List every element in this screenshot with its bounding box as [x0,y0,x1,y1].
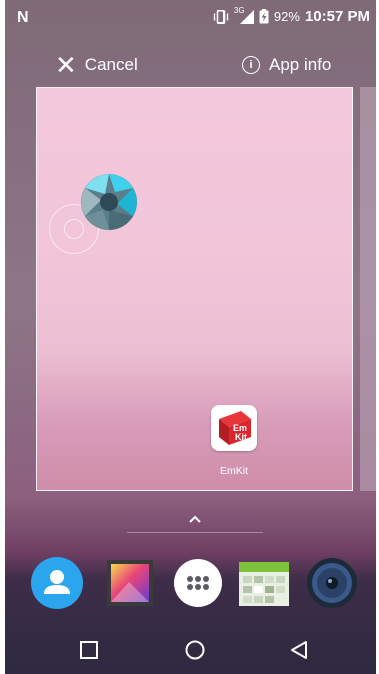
launcher-screen: N 3G 92% 10:57 PM ✕ Cancel i App info Em… [5,0,376,674]
emkit-app-icon[interactable]: Em Kit [211,405,257,451]
chevron-up-icon[interactable] [188,511,202,523]
signal-icon: 3G [234,6,254,24]
status-icons: 3G 92% 10:57 PM [213,6,370,25]
app-info-label: App info [269,55,332,74]
app-dock [5,556,376,618]
cancel-button[interactable]: ✕ Cancel [55,50,138,80]
camera-shutter-icon[interactable] [81,174,137,230]
info-icon: i [242,56,260,74]
svg-text:Kit: Kit [235,432,247,442]
circle-icon [185,640,205,660]
close-icon: ✕ [55,50,77,80]
battery-percent: 92% [273,9,300,24]
square-icon [80,641,98,659]
divider [127,532,263,533]
home-button[interactable] [175,634,215,666]
navigation-bar [5,620,376,674]
cancel-label: Cancel [84,55,138,74]
clock: 10:57 PM [304,8,370,25]
music-icon[interactable] [305,556,359,610]
battery-charging-icon [259,9,269,24]
notification-n-icon: N [17,9,29,26]
next-screen-preview[interactable] [360,87,376,491]
vibrate-icon [213,9,229,24]
home-screen-preview[interactable]: Em Kit EmKit [36,87,353,491]
status-bar: N 3G 92% 10:57 PM [5,0,376,34]
back-button[interactable] [279,634,319,666]
app-info-button[interactable]: i App info [242,50,331,80]
contacts-icon[interactable] [30,556,84,610]
recents-button[interactable] [69,634,109,666]
calendar-icon[interactable] [237,556,291,610]
triangle-back-icon [291,641,307,659]
gallery-icon[interactable] [103,556,157,610]
app-drawer-icon[interactable] [171,556,225,610]
emkit-app-label: EmKit [219,465,248,477]
